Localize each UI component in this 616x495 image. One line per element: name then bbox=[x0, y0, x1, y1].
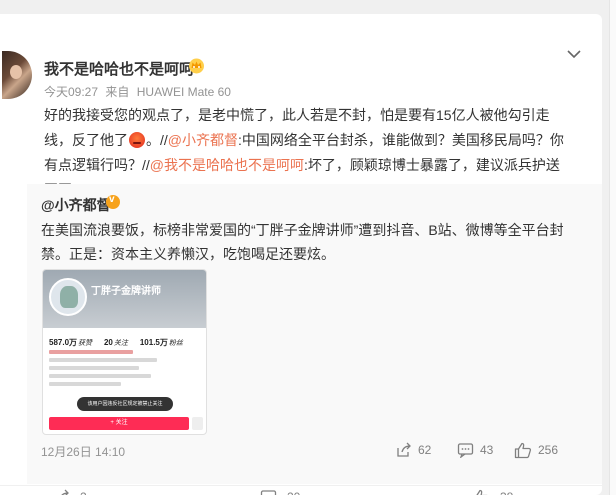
repost-comment-button[interactable]: 43 bbox=[457, 441, 493, 459]
like-button[interactable]: 38 bbox=[472, 488, 513, 495]
mention-link[interactable]: @小齐都督 bbox=[168, 132, 238, 148]
post-source: HUAWEI Mate 60 bbox=[136, 85, 231, 99]
blocked-toast: 该用户因违反社区规定被禁止关注 bbox=[77, 397, 173, 411]
share-icon bbox=[397, 442, 411, 457]
repost-forward-count: 62 bbox=[418, 443, 432, 457]
thumbs-up-icon bbox=[514, 442, 532, 458]
repost-text: 在美国流浪要饭，标榜非常爱国的“丁胖子金牌讲师”遭到抖音、B站、微博等全平台封禁… bbox=[41, 222, 564, 262]
user-avatar[interactable] bbox=[2, 51, 32, 99]
forward-count: 2 bbox=[80, 490, 87, 495]
action-divider bbox=[0, 485, 602, 486]
thumbs-up-icon bbox=[473, 489, 489, 495]
repost-time[interactable]: 12月26日 14:10 bbox=[41, 443, 125, 460]
source-prefix: 来自 bbox=[105, 85, 130, 99]
repost-comment-count: 43 bbox=[480, 443, 494, 457]
share-icon bbox=[61, 489, 69, 495]
repost-container[interactable]: @小齐都督 在美国流浪要饭，标榜非常爱国的“丁胖子金牌讲师”遭到抖音、B站、微博… bbox=[27, 184, 602, 484]
crown-badge-icon bbox=[189, 58, 204, 74]
weibo-post-card: 我不是哈哈也不是呵呵 今天09:27 来自 HUAWEI Mate 60 好的我… bbox=[0, 14, 602, 495]
angry-emoji-icon bbox=[129, 132, 145, 148]
more-button bbox=[192, 417, 203, 430]
repost-forward-button[interactable]: 62 bbox=[396, 441, 431, 459]
repost-image[interactable]: 丁胖子金牌讲师 587.0万获赞 20关注 101.5万粉丝 该用户因违反社区规… bbox=[42, 269, 207, 435]
comment-icon bbox=[260, 490, 277, 495]
profile-stats: 587.0万获赞 20关注 101.5万粉丝 bbox=[49, 338, 183, 347]
repost-like-button[interactable]: 256 bbox=[514, 441, 558, 459]
comment-button[interactable]: 20 bbox=[260, 488, 300, 495]
comment-icon bbox=[457, 443, 474, 458]
profile-avatar bbox=[49, 278, 87, 316]
post-text-2: 。// bbox=[146, 132, 168, 148]
repost-like-count: 256 bbox=[538, 443, 559, 457]
profile-bio bbox=[49, 350, 169, 390]
like-count: 38 bbox=[500, 490, 513, 495]
mention-link[interactable]: @我不是哈哈也不是呵呵 bbox=[150, 157, 304, 173]
post-meta: 今天09:27 来自 HUAWEI Mate 60 bbox=[44, 83, 235, 100]
post-username[interactable]: 我不是哈哈也不是呵呵 bbox=[44, 58, 194, 79]
follow-button: + 关注 bbox=[49, 417, 189, 430]
chevron-down-icon[interactable] bbox=[566, 48, 582, 60]
forward-button[interactable]: 2 bbox=[54, 488, 87, 495]
adjacent-panel-edge bbox=[609, 0, 616, 495]
repost-username[interactable]: @小齐都督 bbox=[41, 195, 111, 215]
comment-count: 20 bbox=[287, 490, 300, 495]
post-time[interactable]: 今天09:27 bbox=[44, 85, 98, 99]
profile-name: 丁胖子金牌讲师 bbox=[91, 286, 161, 297]
verified-badge-icon bbox=[106, 194, 120, 209]
